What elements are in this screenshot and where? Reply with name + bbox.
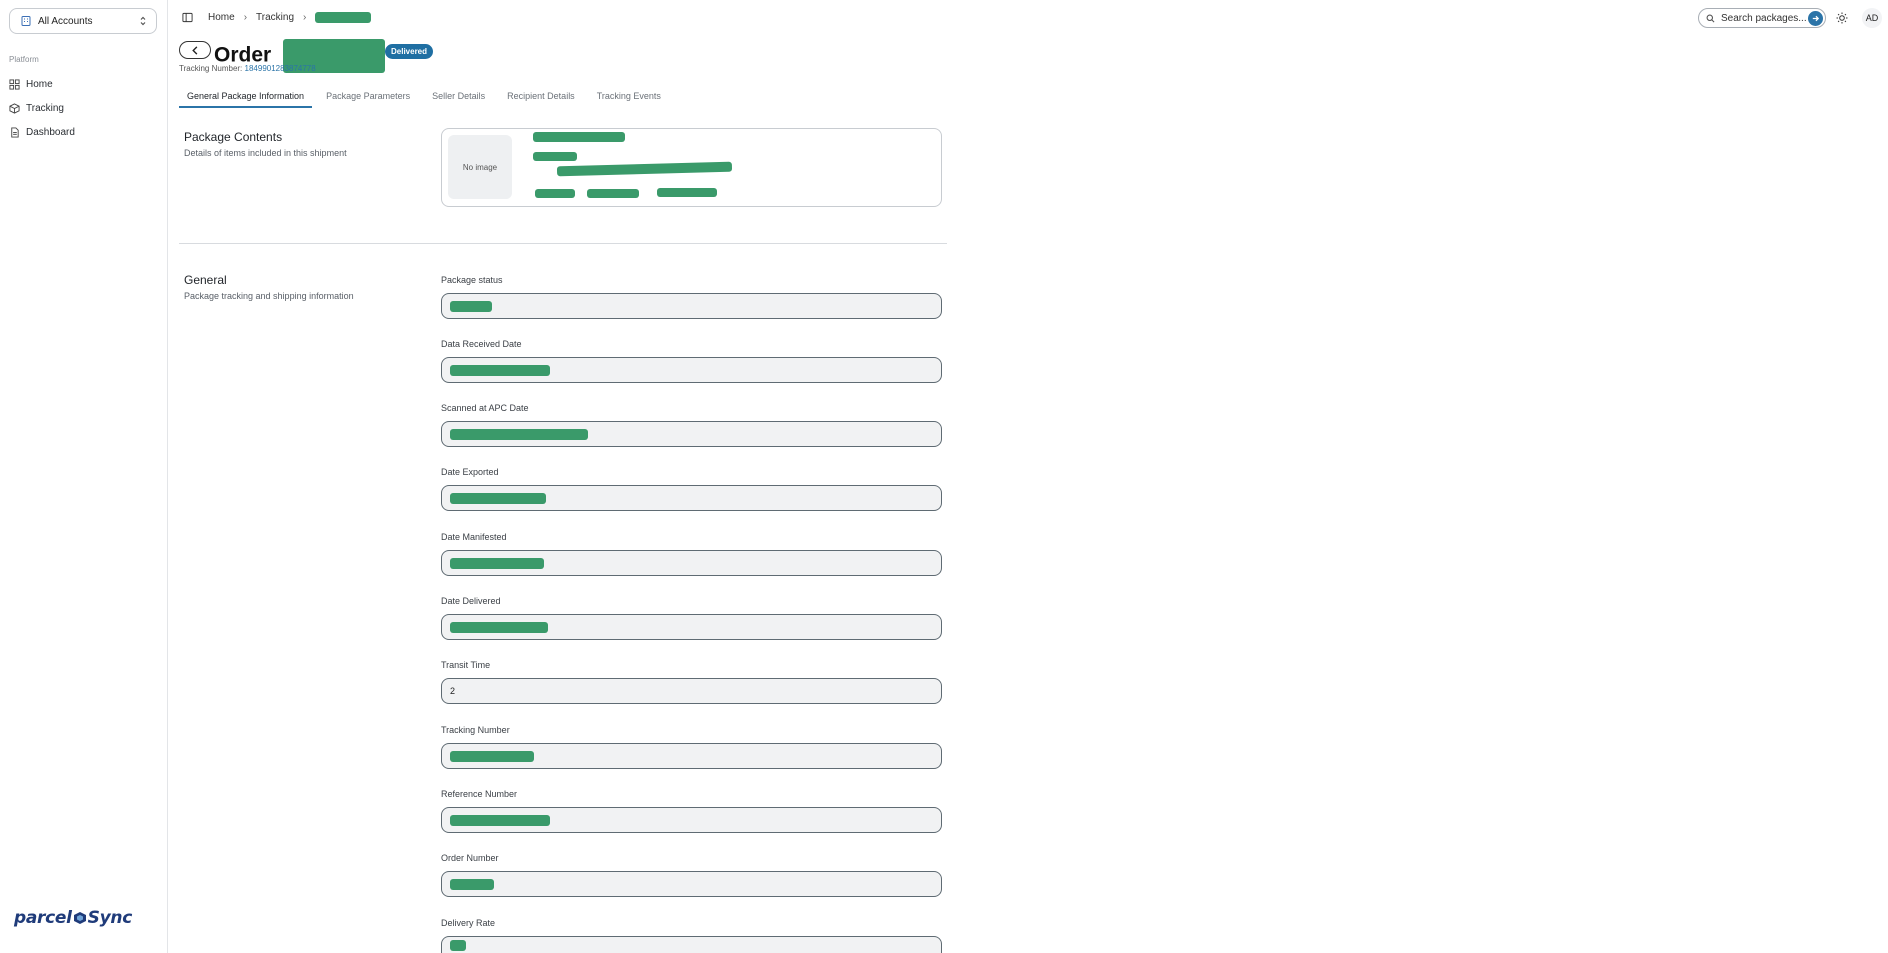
date-delivered-field — [441, 614, 942, 640]
transit-time-label: Transit Time — [441, 660, 491, 670]
scanned-at-apc-date-label: Scanned at APC Date — [441, 403, 529, 413]
tab-general-package-information[interactable]: General Package Information — [179, 88, 313, 108]
sidebar: All Accounts Platform Home Tracking Dash… — [0, 0, 168, 953]
field-value-redacted — [450, 621, 548, 633]
package-icon — [9, 102, 20, 114]
breadcrumb-separator-icon: › — [243, 12, 248, 23]
search-submit-button[interactable] — [1808, 11, 1823, 26]
delivery-rate-label: Delivery Rate — [441, 918, 496, 928]
field-value-redacted — [450, 814, 550, 826]
data-received-date-field — [441, 357, 942, 383]
package-contents-title: Package Contents — [184, 130, 283, 144]
general-subtitle: Package tracking and shipping informatio… — [184, 291, 354, 301]
logo-mark-icon — [73, 912, 86, 924]
reference-number-label: Reference Number — [441, 789, 518, 799]
search-box[interactable]: Search packages... — [1698, 8, 1826, 28]
parcelsync-logo: parcel Sync — [14, 908, 154, 940]
data-received-date-label: Data Received Date — [441, 339, 522, 349]
field-value-redacted — [450, 557, 544, 569]
transit-time-value: 2 — [450, 686, 456, 696]
building-icon — [21, 16, 31, 26]
breadcrumb-separator-icon: › — [303, 12, 307, 23]
topbar: Home › Tracking › Search packages... AD — [168, 0, 1888, 36]
reference-number-field — [441, 807, 942, 833]
back-button[interactable] — [179, 41, 211, 59]
breadcrumb-current-redacted — [315, 12, 372, 23]
date-exported-label: Date Exported — [441, 467, 499, 477]
logo-word-left: parcel — [14, 908, 72, 928]
package-status-field — [441, 293, 942, 319]
sidebar-item-tracking[interactable]: Tracking — [0, 96, 167, 120]
sidebar-toggle-icon[interactable] — [182, 12, 193, 23]
item-meta-redacted-2 — [587, 189, 639, 198]
search-icon — [1706, 14, 1715, 22]
date-manifested-label: Date Manifested — [441, 532, 507, 542]
item-meta-redacted-1 — [535, 189, 575, 198]
search-input[interactable]: Search packages... — [1721, 13, 1807, 24]
field-value-redacted — [450, 750, 534, 762]
item-meta-redacted-3 — [657, 188, 717, 197]
sun-icon[interactable] — [1836, 12, 1848, 24]
field-value-redacted — [450, 878, 494, 890]
date-exported-field — [441, 485, 942, 511]
field-value-redacted — [450, 428, 588, 440]
logo-word-right: Sync — [87, 908, 133, 928]
tracking-number-field — [441, 743, 942, 769]
document-icon — [11, 126, 19, 138]
field-value-redacted — [450, 300, 492, 312]
order-number-label: Order Number — [441, 853, 499, 863]
order-number-field — [441, 871, 942, 897]
field-value-redacted — [450, 364, 550, 376]
tracking-number-line: Tracking Number: 1849901283874778 — [179, 64, 316, 73]
section-label-platform: Platform — [9, 55, 39, 64]
tab-package-parameters[interactable]: Package Parameters — [318, 88, 418, 108]
sidebar-item-label: Tracking — [26, 102, 64, 114]
sidebar-item-home[interactable]: Home — [0, 72, 167, 96]
package-contents-subtitle: Details of items included in this shipme… — [184, 148, 347, 158]
section-divider — [179, 243, 947, 244]
item-price-redacted — [533, 152, 577, 161]
date-delivered-label: Date Delivered — [441, 596, 501, 606]
field-value-redacted — [450, 492, 546, 504]
sidebar-nav: Home Tracking Dashboard — [0, 72, 167, 144]
sidebar-item-label: Home — [26, 78, 53, 90]
sidebar-item-label: Dashboard — [26, 126, 75, 138]
breadcrumb: Home › Tracking › — [208, 12, 372, 23]
tab-tracking-events[interactable]: Tracking Events — [589, 88, 669, 108]
transit-time-field: 2 — [441, 678, 942, 704]
tab-seller-details[interactable]: Seller Details — [424, 88, 493, 108]
item-name-redacted — [533, 132, 625, 142]
status-badge: Delivered — [385, 44, 434, 59]
grid-icon — [9, 78, 20, 90]
date-manifested-field — [441, 550, 942, 576]
item-image-placeholder: No image — [448, 135, 512, 199]
delivery-rate-field — [441, 936, 942, 953]
breadcrumb-home[interactable]: Home — [208, 12, 235, 23]
package-item-card: No image — [441, 128, 942, 207]
tabs: General Package Information Package Para… — [179, 88, 675, 108]
scanned-at-apc-date-field — [441, 421, 942, 447]
tab-recipient-details[interactable]: Recipient Details — [499, 88, 583, 108]
chevron-up-down-icon — [140, 16, 146, 26]
tracking-number-field-label: Tracking Number — [441, 725, 510, 735]
tracking-number-label: Tracking Number: — [179, 64, 243, 73]
field-value-redacted — [450, 939, 466, 951]
arrow-right-icon — [1812, 15, 1820, 22]
account-select[interactable]: All Accounts — [9, 8, 157, 34]
tracking-number-link[interactable]: 1849901283874778 — [245, 64, 316, 73]
chevron-left-icon — [191, 45, 197, 55]
avatar[interactable]: AD — [1862, 8, 1882, 28]
item-sku-redacted — [556, 161, 733, 177]
sidebar-item-dashboard[interactable]: Dashboard — [0, 120, 167, 144]
account-select-label: All Accounts — [38, 15, 93, 27]
breadcrumb-tracking[interactable]: Tracking — [256, 12, 294, 23]
package-status-label: Package status — [441, 275, 503, 285]
general-title: General — [184, 273, 227, 287]
